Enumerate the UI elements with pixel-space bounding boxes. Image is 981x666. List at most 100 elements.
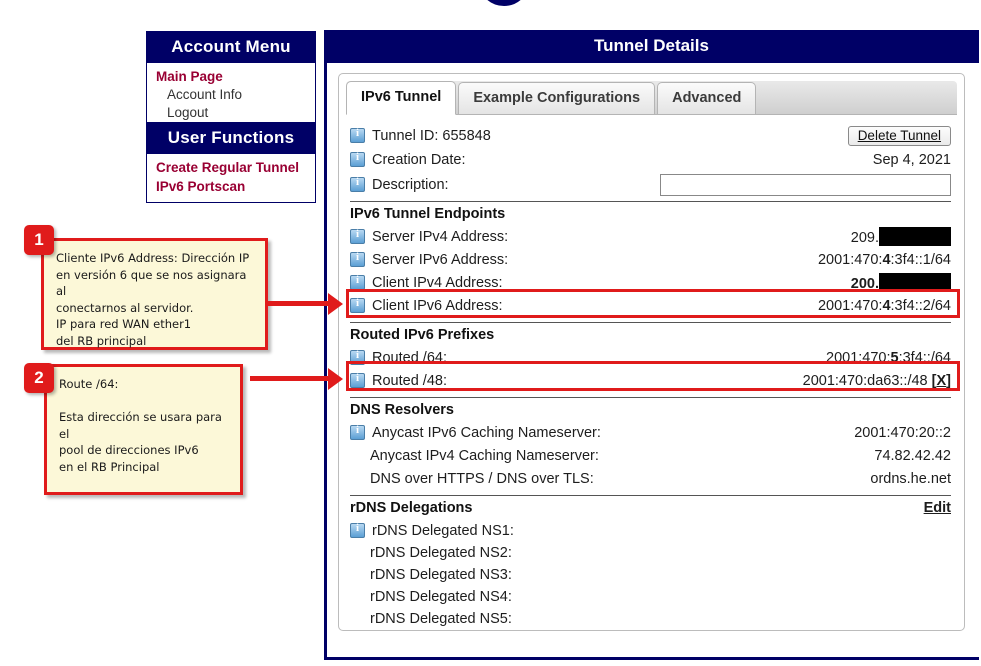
- description-field-cell: [660, 174, 951, 196]
- rdns-ns2-label: rDNS Delegated NS2:: [370, 545, 512, 561]
- routed-64-label: Routed /64:: [372, 350, 447, 366]
- rdns-ns3-label-group: rDNS Delegated NS3:: [350, 567, 512, 583]
- client-ipv4-label: Client IPv4 Address:: [372, 275, 503, 291]
- description-label-group: Description:: [350, 177, 449, 193]
- annotation-arrow-head-2: [328, 368, 343, 390]
- row-routed-48: Routed /48: 2001:470:da63::/48 [X]: [350, 369, 951, 392]
- server-ipv6-label: Server IPv6 Address:: [372, 252, 508, 268]
- tab-advanced[interactable]: Advanced: [657, 82, 756, 114]
- rdns-delegations-label: rDNS Delegations: [350, 500, 472, 516]
- server-ipv4-prefix: 209.: [851, 230, 879, 246]
- annotation-arrow-line-1: [268, 301, 330, 306]
- sidebar-item-account-info[interactable]: Account Info: [147, 86, 315, 104]
- server-ipv6-value: 2001:470:4:3f4::1/64: [818, 252, 951, 268]
- rdns-ns2-label-group: rDNS Delegated NS2:: [350, 545, 512, 561]
- tunnel-id-label-group: Tunnel ID: 655848: [350, 128, 491, 144]
- row-routed-64: Routed /64: 2001:470:5:3f4::/64: [350, 346, 951, 369]
- rdns-ns3-label: rDNS Delegated NS3:: [370, 567, 512, 583]
- redaction-bar: [879, 273, 951, 292]
- sidebar-item-create-regular-tunnel[interactable]: Create Regular Tunnel: [147, 158, 315, 177]
- server-ipv4-label-group: Server IPv4 Address:: [350, 229, 508, 245]
- annotation-callout-2: Route /64: Esta dirección se usara para …: [44, 364, 243, 495]
- rdns-ns4-label-group: rDNS Delegated NS4:: [350, 589, 512, 605]
- account-menu-body: Main Page Account Info Logout: [147, 63, 315, 128]
- doh-dot-label-group: DNS over HTTPS / DNS over TLS:: [350, 471, 594, 487]
- rdns-ns4-label: rDNS Delegated NS4:: [370, 589, 512, 605]
- doh-dot-value: ordns.he.net: [870, 471, 951, 487]
- delete-tunnel-button[interactable]: Delete Tunnel: [848, 126, 951, 146]
- server-ipv6-label-group: Server IPv6 Address:: [350, 252, 508, 268]
- routed-48-label-group: Routed /48:: [350, 373, 447, 389]
- rdns-ns1-label-group: rDNS Delegated NS1:: [350, 523, 514, 539]
- redaction-bar: [879, 227, 951, 246]
- main-content-area: Tunnel Details IPv6 Tunnel Example Confi…: [324, 30, 979, 660]
- routed-64-value: 2001:470:5:3f4::/64: [826, 350, 951, 366]
- info-icon: [350, 152, 365, 167]
- info-icon: [350, 229, 365, 244]
- info-icon: [350, 177, 365, 192]
- annotation-badge-1: 1: [24, 225, 54, 255]
- client-ipv4-label-group: Client IPv4 Address:: [350, 275, 503, 291]
- sidebar-item-main-page[interactable]: Main Page: [147, 67, 315, 86]
- tunnel-id-label: Tunnel ID: 655848: [372, 128, 491, 144]
- info-icon: [350, 252, 365, 267]
- client-ipv4-prefix: 200.: [851, 276, 879, 292]
- info-icon: [350, 523, 365, 538]
- doh-dot-label: DNS over HTTPS / DNS over TLS:: [370, 471, 594, 487]
- client-ipv6-label: Client IPv6 Address:: [372, 298, 503, 314]
- tab-example-configurations[interactable]: Example Configurations: [458, 82, 655, 114]
- edit-rdns-link[interactable]: Edit: [924, 500, 951, 516]
- account-menu-title: Account Menu: [147, 32, 315, 63]
- annotation-callout-1: Cliente IPv6 Address: Dirección IP en ve…: [41, 238, 268, 350]
- client-ipv6-value: 2001:470:4:3f4::2/64: [818, 298, 951, 314]
- tunnel-detail-list: Tunnel ID: 655848 Delete Tunnel Creation…: [346, 115, 957, 630]
- anycast-ipv6-label-group: Anycast IPv6 Caching Nameserver:: [350, 425, 601, 441]
- icon-spacer: [350, 613, 363, 626]
- row-client-ipv6: Client IPv6 Address: 2001:470:4:3f4::2/6…: [350, 294, 951, 317]
- tab-ipv6-tunnel[interactable]: IPv6 Tunnel: [346, 81, 456, 115]
- description-input[interactable]: [660, 174, 951, 196]
- row-rdns-ns5: rDNS Delegated NS5:: [350, 608, 951, 630]
- user-functions-title: User Functions: [147, 123, 315, 154]
- row-rdns-ns2: rDNS Delegated NS2:: [350, 542, 951, 564]
- routed-64-label-group: Routed /64:: [350, 350, 447, 366]
- anycast-ipv4-value: 74.82.42.42: [874, 448, 951, 464]
- tab-bar: IPv6 Tunnel Example Configurations Advan…: [346, 81, 957, 115]
- info-icon: [350, 275, 365, 290]
- row-doh-dot: DNS over HTTPS / DNS over TLS: ordns.he.…: [350, 467, 951, 490]
- row-server-ipv6: Server IPv6 Address: 2001:470:4:3f4::1/6…: [350, 248, 951, 271]
- annotation-badge-2: 2: [24, 363, 54, 393]
- icon-spacer: [350, 591, 363, 604]
- routed-48-value[interactable]: 2001:470:da63::/48 [X]: [803, 373, 951, 389]
- creation-date-label-group: Creation Date:: [350, 152, 466, 168]
- info-icon: [350, 298, 365, 313]
- row-rdns-ns4: rDNS Delegated NS4:: [350, 586, 951, 608]
- sidebar-item-logout[interactable]: Logout: [147, 104, 315, 122]
- info-icon: [350, 425, 365, 440]
- row-anycast-ipv4-ns: Anycast IPv4 Caching Nameserver: 74.82.4…: [350, 444, 951, 467]
- row-tunnel-id: Tunnel ID: 655848 Delete Tunnel: [350, 123, 951, 148]
- row-rdns-ns1: rDNS Delegated NS1:: [350, 519, 951, 542]
- page-title: Tunnel Details: [324, 30, 979, 63]
- section-title-routed-ipv6-prefixes: Routed IPv6 Prefixes: [350, 322, 951, 346]
- section-title-ipv6-tunnel-endpoints: IPv6 Tunnel Endpoints: [350, 201, 951, 225]
- row-rdns-ns3: rDNS Delegated NS3:: [350, 564, 951, 586]
- sidebar-item-ipv6-portscan[interactable]: IPv6 Portscan: [147, 177, 315, 196]
- anycast-ipv6-label: Anycast IPv6 Caching Nameserver:: [372, 425, 601, 441]
- server-ipv4-value: 209.: [851, 227, 951, 246]
- row-creation-date: Creation Date: Sep 4, 2021: [350, 148, 951, 171]
- rdns-ns1-label: rDNS Delegated NS1:: [372, 523, 514, 539]
- info-icon: [350, 128, 365, 143]
- rdns-ns5-label-group: rDNS Delegated NS5:: [350, 611, 512, 627]
- creation-date-label: Creation Date:: [372, 152, 466, 168]
- annotation-arrow-line-2: [250, 376, 330, 381]
- user-functions-body: Create Regular Tunnel IPv6 Portscan: [147, 154, 315, 202]
- user-functions-panel: User Functions Create Regular Tunnel IPv…: [146, 122, 316, 203]
- routed-48-label: Routed /48:: [372, 373, 447, 389]
- row-client-ipv4: Client IPv4 Address: 200.: [350, 271, 951, 294]
- info-icon: [350, 350, 365, 365]
- row-description: Description:: [350, 171, 951, 198]
- row-server-ipv4: Server IPv4 Address: 209.: [350, 225, 951, 248]
- row-anycast-ipv6-ns: Anycast IPv6 Caching Nameserver: 2001:47…: [350, 421, 951, 444]
- he-logo-icon: [478, 0, 530, 6]
